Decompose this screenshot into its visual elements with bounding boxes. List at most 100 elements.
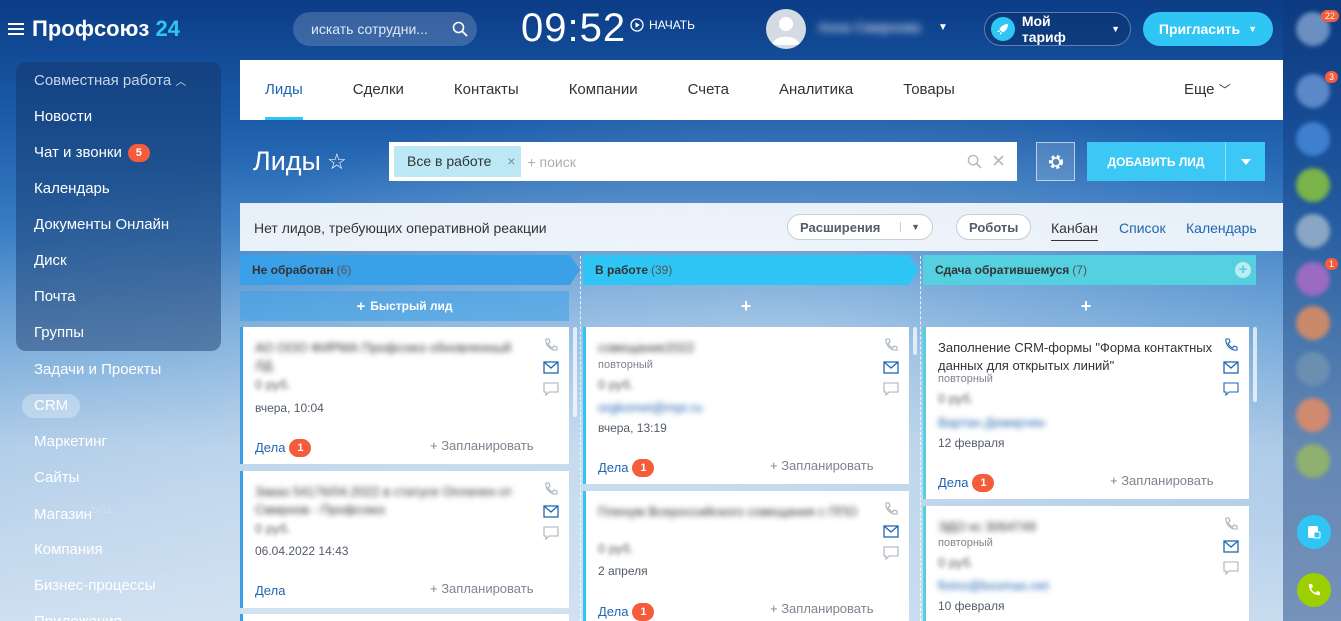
tab-more[interactable]: Еще ﹀: [1184, 81, 1231, 98]
card-title[interactable]: совещание2022: [598, 339, 868, 357]
menu-item-chat[interactable]: Чат и звонки 5: [34, 144, 150, 162]
chat-icon[interactable]: [1223, 561, 1239, 575]
menu-item-mail[interactable]: Почта: [34, 288, 76, 305]
lead-card[interactable]: АО ООО ФИРМА Профсоюз обновленный ЛД 0 р…: [240, 327, 569, 464]
column-header-handover[interactable]: Сдача обратившемуся (7): [923, 255, 1256, 285]
plan-activity-button[interactable]: + Запланировать: [770, 601, 873, 616]
column-scrollbar[interactable]: [573, 327, 577, 417]
plan-activity-button[interactable]: + Запланировать: [430, 438, 533, 453]
filter-tag[interactable]: Все в работе ×: [394, 146, 522, 177]
add-card-button[interactable]: +: [923, 291, 1249, 321]
remove-filter-icon[interactable]: ×: [507, 146, 515, 177]
rail-avatar[interactable]: [1296, 214, 1330, 248]
rail-avatar[interactable]: [1296, 352, 1330, 386]
add-lead-button[interactable]: ДОБАВИТЬ ЛИД: [1087, 142, 1265, 181]
star-icon[interactable]: ☆: [327, 149, 347, 175]
menu-item-apps[interactable]: Приложения: [34, 613, 122, 621]
quick-lead-button[interactable]: + Быстрый лид: [240, 291, 569, 321]
rail-avatar[interactable]: [1296, 168, 1330, 202]
card-deals-link[interactable]: Дела 1: [598, 603, 655, 621]
column-scrollbar[interactable]: [1253, 327, 1257, 402]
card-contact-link[interactable]: orgkomet@mpr.ru: [598, 400, 702, 415]
lead-card[interactable]: Заполнение CRM-формы "Форма контактных д…: [923, 327, 1249, 499]
menu-item-shop[interactable]: Магазинbeta: [34, 505, 111, 523]
menu-item-calendar[interactable]: Календарь: [34, 180, 110, 197]
card-title[interactable]: АО ООО ФИРМА Профсоюз обновленный ЛД: [255, 339, 525, 375]
tab-products[interactable]: Товары: [903, 60, 955, 120]
column-header-in-work[interactable]: В работе (39): [583, 255, 919, 285]
work-clock[interactable]: 09:52: [521, 6, 626, 51]
employee-search-input[interactable]: искать сотрудни...: [293, 12, 477, 46]
menu-item-docs-online[interactable]: Документы Онлайн: [34, 216, 169, 233]
view-list[interactable]: Список: [1119, 220, 1166, 236]
menu-item-bizproc[interactable]: Бизнес-процессы: [34, 577, 156, 594]
tab-analytics[interactable]: Аналитика: [779, 60, 853, 120]
phone-icon[interactable]: [1223, 337, 1239, 353]
phone-icon[interactable]: [883, 337, 899, 353]
card-deals-link[interactable]: Дела 1: [255, 439, 312, 457]
card-title[interactable]: Заказ 54176/04.2022 в статусе Оплачен от…: [255, 483, 525, 519]
lead-card[interactable]: совещание2022 повторный 0 руб. orgkomet@…: [583, 327, 909, 484]
lead-card[interactable]: [240, 614, 569, 621]
user-name[interactable]: Анна Смирнова: [818, 19, 938, 37]
column-scrollbar[interactable]: [913, 327, 917, 355]
chat-icon[interactable]: [543, 526, 559, 540]
card-contact-link[interactable]: Вартан Демирчян: [938, 415, 1045, 430]
extensions-button[interactable]: Расширения ▼: [787, 214, 933, 240]
chat-icon[interactable]: [883, 546, 899, 560]
add-column-icon[interactable]: +: [1235, 262, 1251, 278]
rail-avatar[interactable]: [1296, 444, 1330, 478]
card-title[interactable]: Пленум Всероссийского совещания с ППО: [598, 503, 868, 521]
robots-button[interactable]: Роботы: [956, 214, 1032, 240]
open-lines-icon[interactable]: [1297, 515, 1331, 549]
chat-icon[interactable]: [543, 382, 559, 396]
rail-avatar[interactable]: [1296, 306, 1330, 340]
lead-card[interactable]: Пленум Всероссийского совещания с ППО 0 …: [583, 491, 909, 621]
card-title[interactable]: ЭДО кс 3064749: [938, 518, 1208, 536]
tab-contacts[interactable]: Контакты: [454, 60, 519, 120]
plan-activity-button[interactable]: + Запланировать: [430, 581, 533, 596]
menu-item-crm[interactable]: CRM: [22, 394, 81, 418]
search-icon[interactable]: [967, 154, 982, 169]
invite-button[interactable]: Пригласить ▼: [1143, 12, 1273, 46]
lead-card[interactable]: Заказ 54176/04.2022 в статусе Оплачен от…: [240, 471, 569, 608]
column-header-new[interactable]: Не обработан (6): [240, 255, 580, 285]
settings-button[interactable]: [1036, 142, 1075, 181]
menu-item-groups[interactable]: Группы: [34, 324, 84, 341]
menu-item-marketing[interactable]: Маркетинг: [34, 433, 107, 450]
view-kanban[interactable]: Канбан: [1051, 220, 1098, 241]
card-deals-link[interactable]: Дела: [255, 583, 285, 598]
menu-item-company[interactable]: Компания: [34, 541, 103, 558]
card-deals-link[interactable]: Дела 1: [938, 474, 995, 492]
lead-card[interactable]: ЭДО кс 3064749 повторный 0 руб. fivino@b…: [923, 506, 1249, 621]
rail-avatar[interactable]: [1296, 398, 1330, 432]
menu-burger-icon[interactable]: [8, 20, 24, 38]
search-icon[interactable]: [443, 21, 477, 37]
tab-invoices[interactable]: Счета: [688, 60, 729, 120]
clear-icon[interactable]: [992, 154, 1005, 167]
menu-item-news[interactable]: Новости: [34, 108, 92, 125]
menu-item-sites[interactable]: Сайты: [34, 469, 79, 486]
card-title[interactable]: Заполнение CRM-формы "Форма контактных д…: [938, 339, 1223, 375]
menu-item-tasks[interactable]: Задачи и Проекты: [34, 361, 161, 378]
start-workday-button[interactable]: НАЧАТЬ: [630, 18, 695, 32]
add-lead-dropdown[interactable]: [1225, 142, 1265, 181]
phone-call-icon[interactable]: [1297, 573, 1331, 607]
plan-activity-button[interactable]: + Запланировать: [770, 458, 873, 473]
email-icon[interactable]: [543, 505, 559, 518]
phone-icon[interactable]: [883, 501, 899, 517]
add-card-button[interactable]: +: [583, 291, 909, 321]
menu-item-disk[interactable]: Диск: [34, 252, 67, 269]
user-menu-chevron-icon[interactable]: ▼: [938, 22, 948, 33]
plan-activity-button[interactable]: + Запланировать: [1110, 473, 1213, 488]
email-icon[interactable]: [1223, 540, 1239, 553]
app-logo[interactable]: Профсоюз 24: [8, 16, 180, 42]
chat-icon[interactable]: [883, 382, 899, 396]
tab-deals[interactable]: Сделки: [353, 60, 404, 120]
card-contact-link[interactable]: fivino@bxomas.net: [938, 578, 1049, 593]
chat-icon[interactable]: [1223, 382, 1239, 396]
card-deals-link[interactable]: Дела 1: [598, 459, 655, 477]
menu-group-header[interactable]: Совместная работа ︿: [34, 72, 186, 89]
my-tariff-button[interactable]: Мой тариф ▼: [984, 12, 1131, 46]
email-icon[interactable]: [543, 361, 559, 374]
